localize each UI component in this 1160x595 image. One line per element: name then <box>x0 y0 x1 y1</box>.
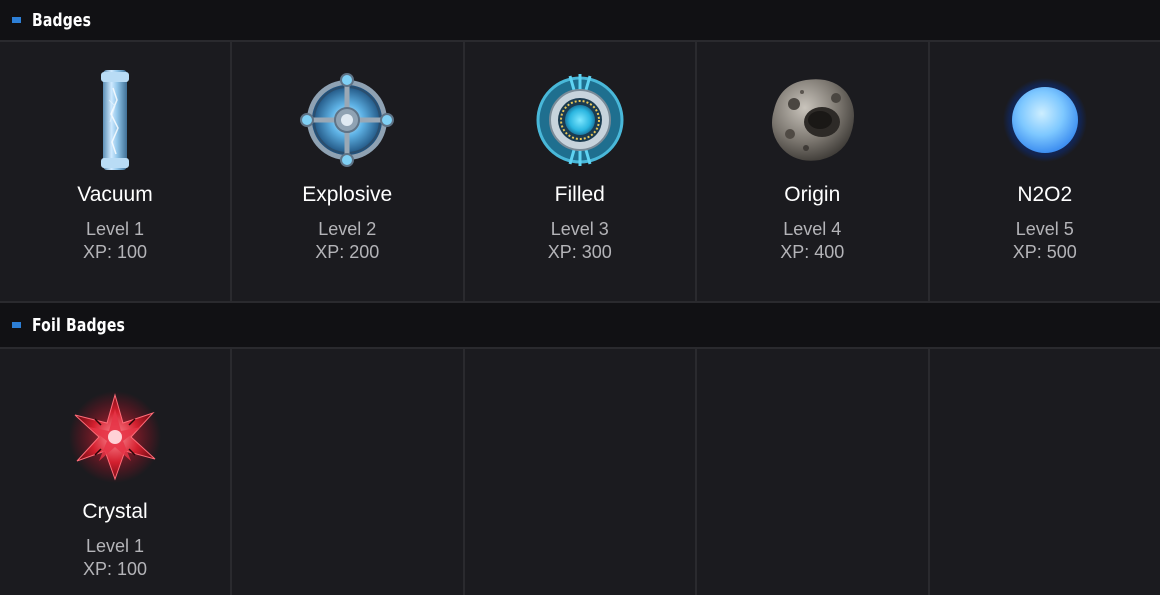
badge-card-n2o2[interactable]: N2O2 Level 5 XP: 500 <box>929 42 1160 301</box>
badge-card-filled[interactable]: Filled Level 3 XP: 300 <box>464 42 695 301</box>
badge-level: Level 4 <box>783 219 842 239</box>
section-marker-icon <box>12 322 21 328</box>
badges-grid: Vacuum Level 1 XP: 100 Explosive Level 2… <box>0 42 1160 301</box>
cyan-ring-core-icon <box>530 70 630 170</box>
badge-xp: XP: 100 <box>82 242 148 262</box>
badge-card-origin[interactable]: Origin Level 4 XP: 400 <box>697 42 928 301</box>
blue-orb-cross-icon <box>297 70 397 170</box>
empty-badge-slot <box>929 349 1160 595</box>
badge-card-crystal[interactable]: Crystal Level 1 XP: 100 <box>0 349 230 595</box>
crystal-tube-icon <box>65 70 165 170</box>
empty-badge-slot <box>697 349 928 595</box>
red-crystal-star-icon <box>65 387 165 487</box>
foil-badges-section-header: Foil Badges <box>0 301 1160 349</box>
badge-xp: XP: 300 <box>547 242 612 262</box>
glowing-blue-sphere-icon <box>995 70 1095 170</box>
badge-level: Level 5 <box>1015 219 1074 239</box>
badge-name: Explosive <box>302 183 393 206</box>
badge-name: Origin <box>784 183 841 206</box>
badge-xp: XP: 100 <box>82 559 148 579</box>
badge-level: Level 1 <box>85 536 145 556</box>
badge-card-vacuum[interactable]: Vacuum Level 1 XP: 100 <box>0 42 230 301</box>
badges-section-title: Badges <box>32 9 92 31</box>
foil-badges-grid: Crystal Level 1 XP: 100 <box>0 349 1160 595</box>
section-marker-icon <box>12 17 21 23</box>
empty-badge-slot <box>464 349 695 595</box>
badge-card-explosive[interactable]: Explosive Level 2 XP: 200 <box>232 42 463 301</box>
empty-badge-slot <box>232 349 463 595</box>
badges-section-header: Badges <box>0 0 1160 42</box>
badge-xp: XP: 500 <box>1012 242 1077 262</box>
badge-name: N2O2 <box>1017 183 1073 206</box>
badge-xp: XP: 200 <box>315 242 380 262</box>
badge-name: Vacuum <box>77 183 153 206</box>
badge-xp: XP: 400 <box>780 242 845 262</box>
badge-level: Level 3 <box>550 219 609 239</box>
asteroid-rock-icon <box>762 70 862 170</box>
badge-name: Crystal <box>82 500 148 523</box>
badge-name: Filled <box>554 183 605 206</box>
badge-level: Level 2 <box>318 219 377 239</box>
foil-badges-section-title: Foil Badges <box>32 314 126 336</box>
badge-level: Level 1 <box>85 219 145 239</box>
